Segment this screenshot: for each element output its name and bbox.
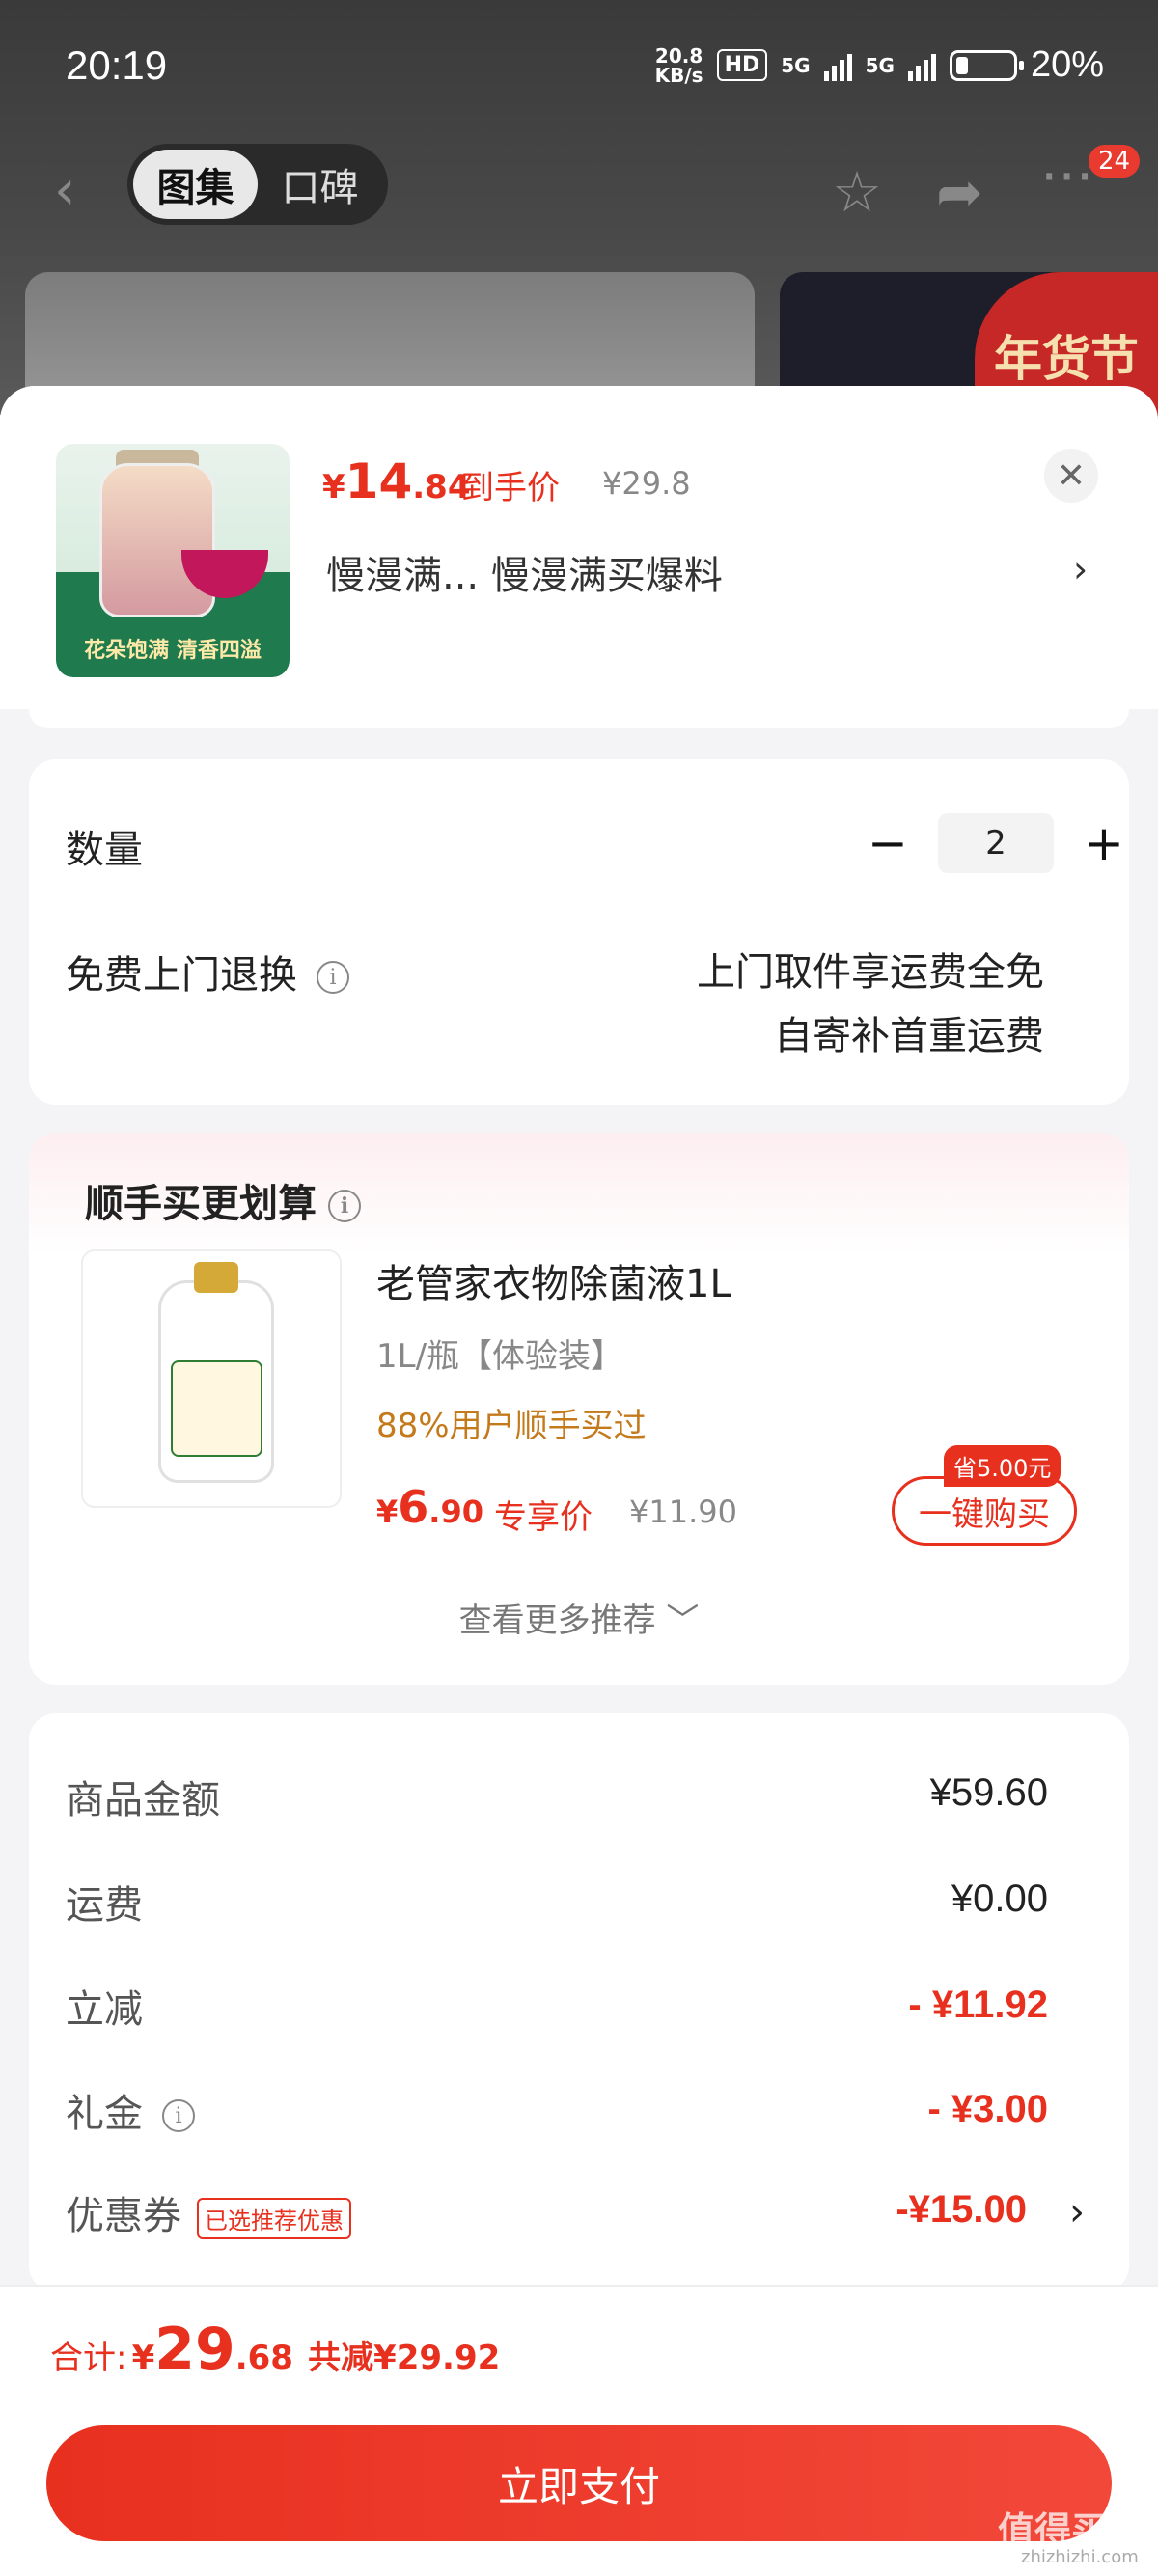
more-icon[interactable]: ··· — [1040, 144, 1093, 209]
more-badge: 24 — [1089, 145, 1141, 178]
shipping-label: 运费 — [66, 1883, 143, 1928]
total-saved: 共减¥29.92 — [308, 2339, 501, 2377]
product-price: ¥14.84 — [322, 453, 471, 509]
see-more-link[interactable]: 查看更多推荐 ﹀ — [0, 1594, 1158, 1641]
signal-icon — [823, 50, 852, 81]
product-name[interactable]: 慢漫满... 慢漫满买爆料 — [326, 544, 723, 600]
recommend-price-tag: 专享价 — [494, 1498, 593, 1537]
info-icon-3[interactable]: i — [162, 2099, 195, 2132]
bottle-image — [158, 1262, 274, 1483]
watermark-url: zhizhizhi.com — [1021, 2547, 1139, 2567]
coupon-row[interactable]: 优惠券 已选推荐优惠 — [66, 2184, 351, 2240]
status-icons: 20.8 KB/s HD 5G 5G 20% — [655, 44, 1104, 86]
gift-label: 礼金 — [66, 2092, 143, 2136]
star-icon[interactable]: ☆ — [832, 159, 882, 225]
plus-button[interactable]: + — [1077, 815, 1131, 871]
close-icon[interactable]: ✕ — [1044, 449, 1098, 503]
coupon-value[interactable]: -¥15.00 — [896, 2188, 1027, 2232]
discount-value: - ¥11.92 — [908, 1984, 1048, 2026]
battery-percent: 20% — [1030, 44, 1104, 85]
coupon-chip: 已选推荐优惠 — [197, 2197, 351, 2239]
gift-row: 礼金 i — [66, 2082, 195, 2138]
discount-label: 立减 — [66, 1987, 143, 2032]
thumb-caption: 花朵饱满 清香四溢 — [84, 639, 262, 663]
shipping-value: ¥0.00 — [951, 1877, 1048, 1920]
coupon-label: 优惠券 — [66, 2194, 181, 2238]
minus-button[interactable]: − — [861, 815, 915, 871]
recommend-spec: 1L/瓶【体验装】 — [376, 1337, 624, 1376]
status-bar: 20:19 20.8 KB/s HD 5G 5G 20% — [0, 0, 1158, 135]
returns-row: 免费上门退换 i — [66, 944, 349, 1000]
hd-icon: HD — [716, 49, 768, 81]
recommend-thumbnail[interactable] — [81, 1249, 342, 1508]
recommend-title: 顺手买更划算 i — [85, 1172, 361, 1228]
returns-label: 免费上门退换 — [66, 953, 297, 998]
tab-gallery[interactable]: 图集 — [133, 150, 258, 219]
chevron-right-icon-2[interactable]: › — [1069, 2190, 1085, 2234]
recommend-name[interactable]: 老管家衣物除菌液1L — [376, 1252, 731, 1308]
watermark: 值得买 — [998, 2509, 1109, 2552]
total-price: 合计: ¥29.68 共减¥29.92 — [50, 2316, 501, 2383]
status-time: 20:19 — [66, 42, 168, 88]
tab-reviews[interactable]: 口碑 — [258, 150, 382, 219]
product-header-bottom — [29, 709, 1129, 728]
save-badge: 省5.00元 — [944, 1445, 1062, 1487]
share-icon[interactable]: ➦ — [936, 159, 983, 225]
signal-icon-2 — [907, 50, 936, 81]
recommend-buyers: 88%用户顺手买过 — [376, 1407, 647, 1445]
product-thumbnail[interactable]: 花朵饱满 清香四溢 — [56, 444, 290, 677]
view-switch: 图集 口碑 — [127, 144, 388, 225]
returns-info: 上门取件享运费全免 自寄补首重运费 — [697, 950, 1044, 1058]
chevron-right-icon[interactable]: › — [1073, 548, 1088, 590]
jar-image — [99, 463, 215, 617]
info-icon[interactable]: i — [317, 961, 349, 994]
battery-icon — [949, 49, 1024, 81]
pay-now-button[interactable]: 立即支付 — [46, 2425, 1112, 2541]
net-type-2: 5G — [865, 53, 895, 77]
top-nav: ‹ 图集 口碑 ☆ ➦ ··· — [0, 140, 1158, 227]
recommend-orig-price: ¥11.90 — [629, 1494, 737, 1530]
quantity-value[interactable]: 2 — [938, 813, 1054, 873]
original-price: ¥29.8 — [602, 465, 691, 502]
recommend-price: ¥6.90 — [376, 1481, 483, 1533]
goods-label: 商品金额 — [66, 1778, 220, 1822]
price-tag: 到手价 — [461, 469, 560, 507]
net-type-1: 5G — [781, 53, 811, 77]
gift-value: - ¥3.00 — [927, 2088, 1048, 2130]
info-icon-2[interactable]: i — [328, 1190, 361, 1222]
quantity-stepper: − 2 + — [861, 813, 1131, 873]
back-icon[interactable]: ‹ — [54, 159, 75, 222]
net-speed: 20.8 KB/s — [654, 43, 703, 87]
quantity-label: 数量 — [66, 828, 143, 872]
goods-value: ¥59.60 — [929, 1771, 1048, 1814]
